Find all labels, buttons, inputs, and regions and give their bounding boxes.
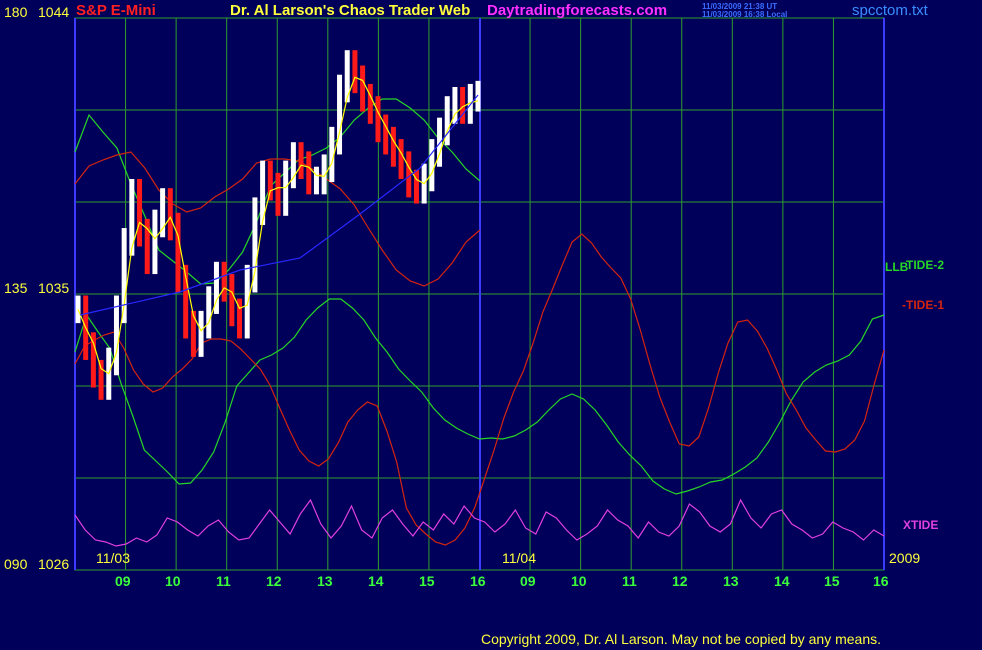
- price-bar: [360, 65, 366, 112]
- x-tick: 11: [622, 573, 637, 589]
- x-tick: 12: [266, 573, 282, 589]
- price-bar: [383, 114, 389, 155]
- copyright-text: Copyright 2009, Dr. Al Larson. May not b…: [481, 631, 882, 647]
- price-bar: [275, 172, 281, 216]
- chart-svg: [74, 17, 885, 571]
- price-bar: [475, 80, 481, 112]
- price-bar: [129, 179, 135, 256]
- y-right-bottom: 1026: [38, 556, 70, 572]
- date-mid: 11/04: [502, 550, 536, 566]
- chart-title: Dr. Al Larson's Chaos Trader Web: [230, 2, 471, 19]
- price-bar: [313, 166, 319, 195]
- x-tick: 09: [115, 573, 131, 589]
- price-bar: [390, 126, 396, 167]
- price-bar: [121, 228, 127, 324]
- x-tick: 09: [520, 573, 536, 589]
- filename-label: spcctom.txt: [852, 2, 928, 19]
- x-tick: 11: [216, 573, 231, 589]
- x-tick: 16: [873, 573, 889, 589]
- price-bar: [429, 139, 435, 192]
- price-bar: [221, 261, 227, 302]
- price-bar: [398, 139, 404, 179]
- y-left-top: 180: [4, 4, 28, 20]
- date-start: 11/03: [96, 550, 130, 566]
- price-bar: [229, 274, 235, 327]
- symbol-label: S&P E-Mini: [76, 2, 156, 19]
- moving-average-line: [77, 76, 479, 375]
- y-left-mid: 135: [4, 280, 28, 296]
- x-tick: 15: [419, 573, 435, 589]
- price-bar: [337, 74, 343, 155]
- y-right-top: 1044: [38, 4, 70, 20]
- price-bar: [306, 151, 312, 195]
- price-bar: [175, 212, 181, 293]
- price-bar: [375, 96, 381, 143]
- price-bar: [198, 310, 204, 357]
- x-tick: 13: [317, 573, 333, 589]
- x-tick: 13: [723, 573, 739, 589]
- x-tick: 16: [470, 573, 486, 589]
- price-bar: [206, 286, 212, 339]
- price-bar: [137, 179, 143, 247]
- price-bar: [152, 209, 158, 275]
- price-bar: [298, 142, 304, 179]
- y-left-bottom: 090: [4, 556, 28, 572]
- tide2-label: TIDE-2: [906, 258, 945, 272]
- price-bar: [406, 151, 412, 198]
- price-bar: [413, 169, 419, 204]
- x-tick: 12: [672, 573, 688, 589]
- llb-label: LLB: [885, 260, 909, 274]
- price-bar: [267, 160, 273, 201]
- price-bar: [290, 142, 296, 189]
- x-tick: 10: [571, 573, 587, 589]
- y-right-mid: 1035: [38, 280, 70, 296]
- x-tick: 10: [165, 573, 181, 589]
- xtide-label: XTIDE: [903, 518, 939, 532]
- price-bar: [167, 188, 173, 241]
- x-tick: 14: [774, 573, 790, 589]
- price-bar: [352, 50, 358, 94]
- price-bar: [244, 264, 250, 339]
- timestamp-local: 11/03/2009 16:38 Local: [702, 10, 788, 19]
- site-link[interactable]: Daytradingforecasts.com: [487, 2, 667, 19]
- year-label: 2009: [889, 550, 921, 566]
- price-bar: [98, 359, 104, 400]
- tide1-label: -TIDE-1: [902, 298, 944, 312]
- price-bar: [367, 83, 373, 124]
- x-tick: 15: [824, 573, 840, 589]
- x-tick: 14: [368, 573, 384, 589]
